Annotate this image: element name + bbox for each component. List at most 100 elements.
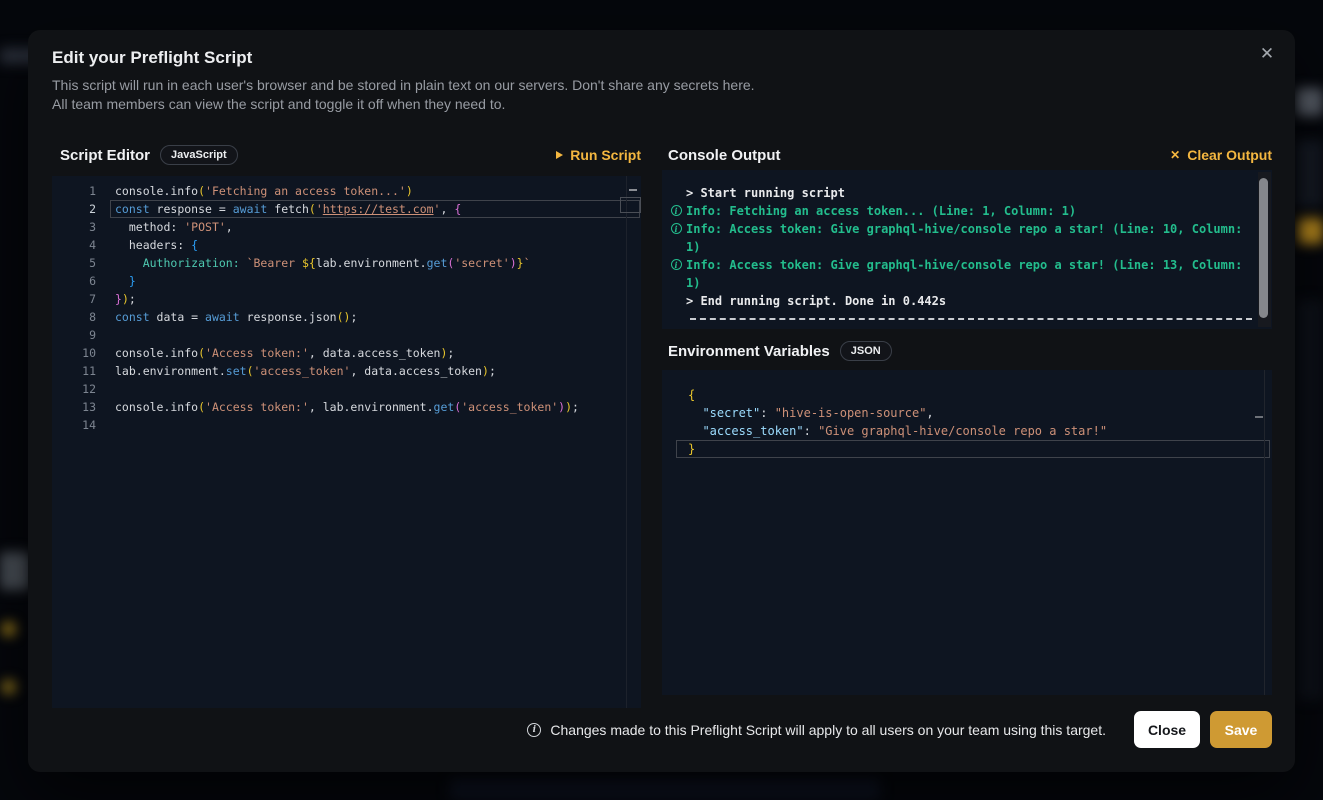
code-token: get xyxy=(434,400,455,414)
console-entry-text: > Start running script xyxy=(686,184,1256,202)
script-editor[interactable]: 1console.info('Fetching an access token.… xyxy=(52,176,641,708)
code-line-content xyxy=(96,416,115,434)
close-button[interactable]: Close xyxy=(1134,711,1200,748)
code-token: ) xyxy=(510,256,517,270)
clear-output-label: Clear Output xyxy=(1187,147,1272,163)
console-scrollbar-track[interactable] xyxy=(1258,172,1271,327)
code-token: await xyxy=(233,202,268,216)
modal-description-line1: This script will run in each user's brow… xyxy=(52,77,755,93)
code-line-6[interactable]: 6 } xyxy=(52,272,641,290)
code-token: , xyxy=(226,220,233,234)
code-line-1[interactable]: 1 console.info('Fetching an access token.… xyxy=(52,182,641,200)
code-token: , data.access_token xyxy=(350,364,482,378)
console-separator xyxy=(690,318,1252,320)
env-line-1[interactable]: { xyxy=(662,386,1272,404)
info-icon: i xyxy=(671,205,682,216)
code-token: fetch xyxy=(267,202,309,216)
code-token: ) xyxy=(122,292,129,306)
env-editor-lines: { "secret": "hive-is-open-source", "acce… xyxy=(662,386,1272,458)
code-token: { xyxy=(688,388,695,402)
code-token: ; xyxy=(350,310,357,324)
env-line-3[interactable]: "access_token": "Give graphql-hive/conso… xyxy=(662,422,1272,440)
line-number: 8 xyxy=(52,308,96,326)
code-token xyxy=(688,424,702,438)
clear-output-button[interactable]: ✕ Clear Output xyxy=(1170,147,1272,163)
line-number: 6 xyxy=(52,272,96,290)
code-line-content: } xyxy=(96,272,136,290)
env-line-4[interactable]: } xyxy=(662,440,1272,458)
code-line-content: Authorization: `Bearer ${lab.environment… xyxy=(96,254,531,272)
console-output[interactable]: > Start running scriptiInfo: Fetching an… xyxy=(662,170,1272,329)
code-token xyxy=(688,406,702,420)
save-button[interactable]: Save xyxy=(1210,711,1272,748)
backdrop-blob xyxy=(2,622,16,636)
code-token: ) xyxy=(565,400,572,414)
code-token: "secret" xyxy=(702,406,760,420)
info-icon: i xyxy=(671,259,682,270)
code-token: ) xyxy=(406,184,413,198)
code-token: 'POST' xyxy=(184,220,226,234)
code-line-7[interactable]: 7}); xyxy=(52,290,641,308)
code-token: , lab.environment. xyxy=(309,400,434,414)
code-line-8[interactable]: 8const data = await response.json(); xyxy=(52,308,641,326)
run-script-button[interactable]: Run Script xyxy=(556,147,641,163)
code-line-14[interactable]: 14 xyxy=(52,416,641,434)
code-line-content: }); xyxy=(96,290,136,308)
info-icon: i xyxy=(527,723,541,737)
modal-title: Edit your Preflight Script xyxy=(52,48,252,68)
console-output-title: Console Output xyxy=(668,147,781,164)
code-token: } xyxy=(688,442,695,456)
code-line-9[interactable]: 9 xyxy=(52,326,641,344)
line-number: 11 xyxy=(52,362,96,380)
code-line-3[interactable]: 3 method: 'POST', xyxy=(52,218,641,236)
code-token: ' xyxy=(316,202,323,216)
line-number: 2 xyxy=(52,200,96,218)
code-token: "access_token" xyxy=(702,424,803,438)
console-entry: iInfo: Access token: Give graphql-hive/c… xyxy=(666,256,1272,292)
code-token: console.info xyxy=(115,184,198,198)
line-number: 9 xyxy=(52,326,96,344)
code-token: get xyxy=(427,256,448,270)
console-scrollbar-thumb[interactable] xyxy=(1259,178,1268,318)
minimap-current-line xyxy=(620,197,641,213)
code-token: "hive-is-open-source" xyxy=(775,406,927,420)
code-line-10[interactable]: 10console.info('Access token:', data.acc… xyxy=(52,344,641,362)
close-icon[interactable]: ✕ xyxy=(1255,42,1279,66)
code-line-5[interactable]: 5 Authorization: `Bearer ${lab.environme… xyxy=(52,254,641,272)
script-editor-lines: 1console.info('Fetching an access token.… xyxy=(52,182,641,434)
code-token: ( xyxy=(247,364,254,378)
code-token: ( xyxy=(198,184,205,198)
code-line-2[interactable]: 2const response = await fetch('https://t… xyxy=(52,200,641,218)
console-entry-text: > End running script. Done in 0.442s xyxy=(686,292,1256,310)
code-token: 'Fetching an access token...' xyxy=(205,184,406,198)
code-token: ( xyxy=(309,202,316,216)
code-token: 'access_token' xyxy=(254,364,351,378)
code-line-4[interactable]: 4 headers: { xyxy=(52,236,641,254)
backdrop-blob xyxy=(0,552,30,590)
env-line-2[interactable]: "secret": "hive-is-open-source", xyxy=(662,404,1272,422)
code-token: } xyxy=(129,274,136,288)
line-number: 12 xyxy=(52,380,96,398)
code-token: , data.access_token xyxy=(309,346,441,360)
script-editor-header: Script Editor JavaScript Run Script xyxy=(60,143,641,167)
clear-x-icon: ✕ xyxy=(1170,149,1180,161)
code-line-13[interactable]: 13console.info('Access token:', lab.envi… xyxy=(52,398,641,416)
env-vars-editor[interactable]: { "secret": "hive-is-open-source", "acce… xyxy=(662,370,1272,695)
code-line-content xyxy=(96,326,115,344)
line-number: 1 xyxy=(52,182,96,200)
info-icon: i xyxy=(671,223,682,234)
run-script-label: Run Script xyxy=(570,147,641,163)
code-line-content: headers: { xyxy=(96,236,198,254)
code-token: ${ xyxy=(302,256,316,270)
code-token: method: xyxy=(115,220,184,234)
code-token: const xyxy=(115,310,150,324)
screen: ✕ Edit your Preflight Script This script… xyxy=(0,0,1323,800)
console-entry: iInfo: Access token: Give graphql-hive/c… xyxy=(666,220,1272,256)
backdrop-blob xyxy=(1296,140,1323,208)
code-line-12[interactable]: 12 xyxy=(52,380,641,398)
code-token xyxy=(240,256,247,270)
code-token: data = xyxy=(150,310,205,324)
code-token: 'access_token' xyxy=(461,400,558,414)
code-token: response.json xyxy=(240,310,337,324)
code-line-11[interactable]: 11lab.environment.set('access_token', da… xyxy=(52,362,641,380)
